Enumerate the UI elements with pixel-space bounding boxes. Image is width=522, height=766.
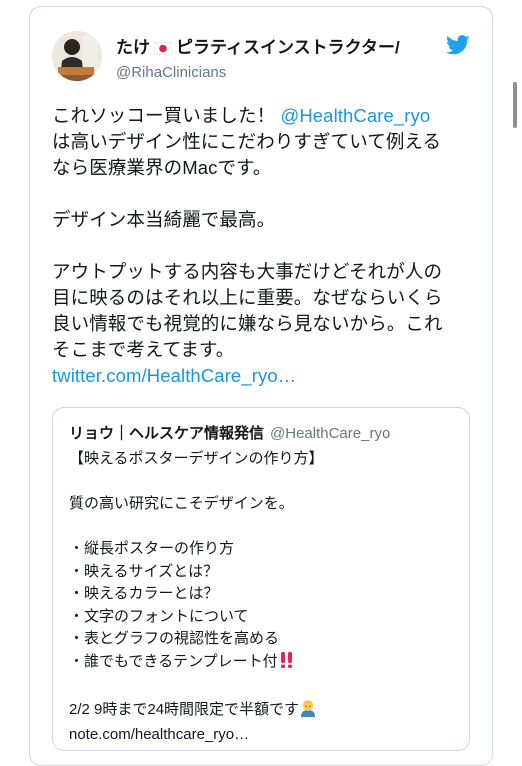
list-item-with-emoji: ・誰でもできるテンプレート付 [69, 651, 459, 677]
tweet-card[interactable]: たけ ピラティスインストラクター/ @RihaClinicians これソッコー買… [29, 6, 493, 766]
tweet-line-3: なら医療業界のMacです。 [52, 157, 272, 178]
quoted-tweet-body: 【映えるポスターデザインの作り方】 質の高い研究にこそデザインを。 ・縦長ポスタ… [69, 448, 459, 747]
tweet-header: たけ ピラティスインストラクター/ @RihaClinicians [52, 31, 472, 87]
tweet-line-1: これソッコー買いました！ @HealthCare_ryo [52, 103, 482, 129]
japan-flag-icon [153, 39, 173, 61]
display-name-suffix: ピラティスインストラクター/ [176, 38, 400, 57]
display-name[interactable]: たけ ピラティスインストラクター/ [116, 37, 436, 61]
mention-link[interactable]: @HealthCare_ryo [280, 105, 430, 126]
scrollbar[interactable] [513, 82, 517, 128]
avatar[interactable] [52, 31, 102, 81]
list-item: ・誰でもできるテンプレート付 [69, 652, 278, 670]
tweet-paragraph-2: デザイン本当綺麗で最高。 [52, 209, 276, 230]
tweet-paragraph-3-line-4: そこまで考えてます。 [52, 339, 235, 360]
quoted-footer: 2/2 9時まで24時間限定で半額です [69, 700, 300, 718]
display-name-text: たけ [116, 38, 150, 57]
list-item: ・縦長ポスターの作り方 [69, 540, 235, 557]
quoted-footer-line: 2/2 9時まで24時間限定で半額です [69, 699, 459, 725]
quoted-display-name[interactable]: リョウ｜ヘルスケア情報発信 [69, 425, 264, 442]
list-item: ・表とグラフの視認性を高める [69, 630, 280, 647]
author-handle[interactable]: @RihaClinicians [116, 63, 436, 83]
tweet-paragraph-3-line-3: 良い情報でも視覚的に嫌なら見ないから。これ [52, 313, 443, 334]
quoted-intro: 質の高い研究にこそデザインを。 [69, 495, 294, 512]
tweet-paragraph-3-line-2: 目に映るのはそれ以上に重要。なぜならいくら [52, 287, 443, 308]
quoted-tweet-header: リョウ｜ヘルスケア情報発信 @HealthCare_ryo [69, 424, 457, 444]
author-names: たけ ピラティスインストラクター/ @RihaClinicians [116, 37, 436, 83]
quoted-link[interactable]: note.com/healthcare_ryo… [69, 724, 459, 747]
twitter-bird-icon[interactable] [446, 35, 470, 55]
tweet-paragraph-3-line-1: アウトプットする内容も大事だけどそれが人の [52, 261, 443, 282]
list-item: ・映えるカラーとは？ [69, 585, 219, 602]
quoted-tweet[interactable]: リョウ｜ヘルスケア情報発信 @HealthCare_ryo 【映えるポスターデザイ… [52, 407, 470, 751]
list-item: ・文字のフォントについて [69, 607, 249, 625]
quoted-title: 【映えるポスターデザインの作り方】 [69, 450, 324, 467]
list-item: ・映えるサイズとは？ [69, 562, 219, 580]
tweet-text: これソッコー買いました！ @HealthCare_ryo は高いデザイン性にこだ… [52, 103, 482, 389]
quoted-handle[interactable]: @HealthCare_ryo [270, 425, 390, 442]
tweet-line-2: は高いデザイン性にこだわりすぎていて例える [52, 131, 442, 152]
double-exclamation-icon [278, 651, 296, 677]
tweet-link[interactable]: twitter.com/HealthCare_ryo… [52, 365, 296, 386]
tweet-line-1-text: これソッコー買いました！ [52, 105, 276, 126]
person-emoji-icon [299, 699, 317, 725]
